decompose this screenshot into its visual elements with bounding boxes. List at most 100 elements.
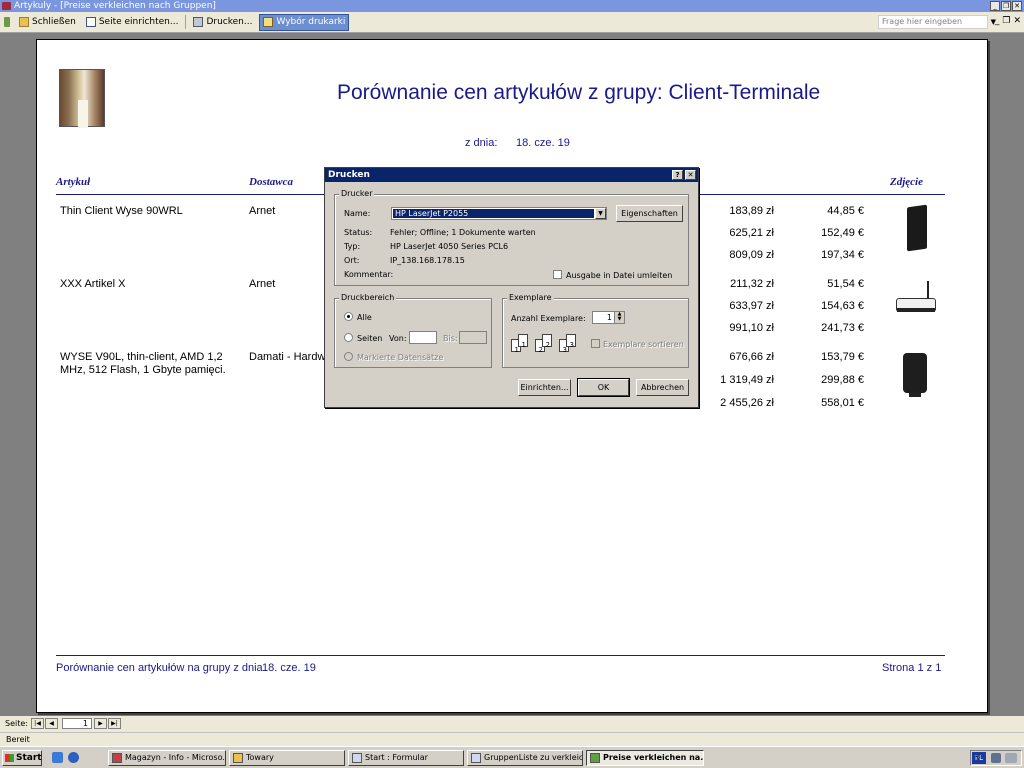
restore-button[interactable]: ❐ (1001, 1, 1011, 11)
prev-page-icon[interactable]: ◀ (45, 718, 58, 729)
page-from-input[interactable] (409, 331, 437, 344)
task-gruppenliste-label: GruppenListe zu verkleic... (484, 753, 583, 762)
dialog-help-button[interactable]: ? (672, 170, 683, 180)
collate-checkbox[interactable] (591, 339, 600, 348)
next-page-icon[interactable]: ▶ (94, 718, 107, 729)
access-app-icon (112, 753, 122, 763)
thin-client-router-icon (896, 281, 936, 312)
row-2-price-pln-2: 633,97 zł (729, 300, 774, 312)
last-page-icon[interactable]: ▶| (108, 718, 121, 729)
row-1-price-pln-2: 625,21 zł (729, 227, 774, 239)
doc-close-icon[interactable]: ✕ (1013, 16, 1021, 26)
row-3-price-pln-3: 2 455,26 zł (720, 397, 774, 409)
task-towary[interactable]: Towary (229, 750, 345, 766)
task-start-formular[interactable]: Start : Formular (348, 750, 464, 766)
row-3-price-eur-3: 558,01 € (821, 397, 864, 409)
warehouse-logo-image (59, 69, 105, 128)
taskbar: Start Magazyn - Info - Microso... Towary… (0, 746, 1024, 768)
record-navigator: Seite: |◀ ◀ 1 ▶ ▶| (0, 716, 1024, 732)
browser-icon[interactable] (68, 752, 79, 763)
footer-date: 18. cze. 19 (262, 662, 316, 674)
printer-name-select[interactable]: HP LaserJet P2055 ▼ (391, 207, 607, 220)
setup-button[interactable]: Einrichten... (518, 379, 571, 396)
location-value: IP_138.168.178.15 (390, 256, 465, 265)
minimize-button[interactable]: _ (990, 1, 1000, 11)
properties-button[interactable]: Eigenschaften (616, 205, 683, 222)
choose-printer-button[interactable]: Wybór drukarki (259, 13, 350, 31)
cancel-button[interactable]: Abbrechen (636, 379, 689, 396)
choose-printer-label: Wybór drukarki (276, 17, 346, 27)
collate-page-icon: 3 (566, 334, 576, 349)
printer-group: Drucker Name: HP LaserJet P2055 ▼ Eigens… (334, 189, 689, 286)
spin-arrows-icon[interactable]: ▲ ▼ (614, 312, 624, 323)
close-button[interactable]: ✕ (1012, 1, 1022, 11)
collate-page-icon: 1 (518, 334, 528, 349)
printer-select-icon (263, 17, 274, 27)
ok-button[interactable]: OK (577, 378, 630, 397)
task-gruppenliste[interactable]: GruppenListe zu verkleic... (467, 750, 583, 766)
row-3-price-pln-1: 676,66 zł (729, 351, 774, 363)
row-2-article: XXX Artikel X (60, 278, 126, 290)
close-preview-button[interactable]: Schließen (16, 14, 79, 31)
copies-group: Exemplare Anzahl Exemplare: 1 ▲ ▼ 1 1 2 2… (502, 293, 689, 368)
column-header-supplier: Dostawca (249, 176, 293, 188)
show-desktop-icon[interactable] (52, 752, 63, 763)
range-all-radio[interactable] (344, 312, 353, 321)
comment-label: Kommentar: (344, 270, 394, 279)
system-tray: « (970, 750, 1022, 766)
collate-page-icon: 2 (542, 334, 552, 349)
print-button[interactable]: Drucken... (190, 14, 255, 31)
report-title: Porównanie cen artykułów z grupy: Client… (337, 81, 821, 104)
to-label: Bis: (443, 334, 458, 343)
row-3-price-eur-1: 153,79 € (821, 351, 864, 363)
printer-name-label: Name: (344, 209, 371, 218)
thin-client-stand-icon (903, 353, 927, 397)
type-value: HP LaserJet 4050 Series PCL6 (390, 242, 509, 251)
footer-caption: Porównanie cen artykułów na grupy z dnia (56, 662, 263, 674)
task-towary-label: Towary (246, 753, 274, 762)
print-range-group-title: Druckbereich (339, 293, 397, 302)
task-preise-verkleichen[interactable]: Preise verkleichen na... (586, 750, 704, 766)
thin-client-tower-icon (907, 204, 927, 252)
doc-minimize-icon[interactable]: _ (995, 16, 1000, 26)
monitor-icon[interactable] (1005, 753, 1017, 763)
page-to-input[interactable] (459, 331, 487, 344)
report-date-value: 18. cze. 19 (516, 137, 570, 149)
print-range-group: Druckbereich Alle Seiten Von: Bis: Marki… (334, 293, 492, 368)
type-label: Typ: (344, 242, 361, 251)
page-number-input[interactable]: 1 (62, 718, 92, 729)
row-3-price-eur-2: 299,88 € (821, 374, 864, 386)
dialog-close-button[interactable]: ✕ (685, 170, 696, 180)
selected-records-label: Markierte Datensätze (357, 353, 444, 362)
network-icon[interactable] (991, 753, 1001, 763)
form-icon (352, 753, 362, 763)
status-bar: Bereit (0, 732, 1024, 746)
task-start-formular-label: Start : Formular (365, 753, 428, 762)
status-value: Fehler; Offline; 1 Dokumente warten (390, 228, 536, 237)
selected-records-radio[interactable] (344, 352, 353, 361)
toolbar-separator (185, 15, 187, 29)
doc-restore-icon[interactable]: ❐ (1002, 16, 1010, 26)
help-search-input[interactable]: Frage hier eingeben (878, 15, 988, 29)
window-title: Artykuly - [Preise verkleichen nach Grup… (14, 1, 216, 11)
copies-stepper[interactable]: 1 ▲ ▼ (592, 311, 625, 324)
tray-expand-icon[interactable]: « (975, 752, 981, 762)
range-pages-radio[interactable] (344, 333, 353, 342)
column-header-photo: Zdjęcie (890, 176, 923, 188)
toolbar-grip-icon[interactable] (4, 17, 10, 27)
print-to-file-checkbox[interactable] (553, 270, 562, 279)
window-title-bar: Artykuly - [Preise verkleichen nach Grup… (0, 0, 1024, 12)
start-button[interactable]: Start (2, 750, 42, 766)
task-magazyn[interactable]: Magazyn - Info - Microso... (108, 750, 226, 766)
row-3-article: WYSE V90L, thin-client, AMD 1,2 MHz, 512… (60, 351, 226, 376)
page-setup-button[interactable]: Seite einrichten... (83, 14, 182, 31)
row-3-price-pln-2: 1 319,49 zł (720, 374, 774, 386)
chevron-down-icon[interactable]: ▼ (595, 208, 606, 219)
location-label: Ort: (344, 256, 360, 265)
document-window-controls: _ ❐ ✕ (995, 16, 1021, 26)
window-controls: _ ❐ ✕ (990, 1, 1022, 11)
navigator-label: Seite: (5, 719, 28, 728)
row-1-price-eur-1: 44,85 € (827, 205, 864, 217)
first-page-icon[interactable]: |◀ (31, 718, 44, 729)
print-dialog-title-bar: Drucken ? ✕ (325, 168, 698, 182)
